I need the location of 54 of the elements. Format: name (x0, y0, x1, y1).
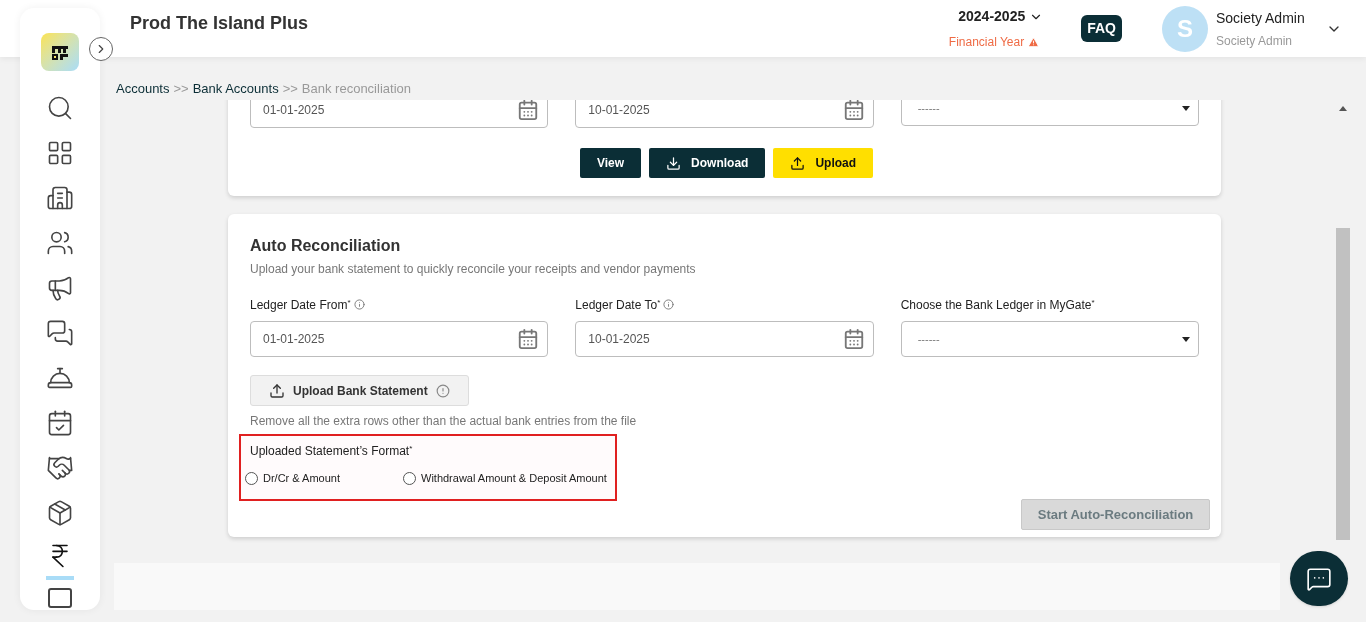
handshake-icon (46, 453, 74, 482)
field-label: Ledger Date From$^{*}$ (250, 296, 365, 314)
radio-button[interactable] (403, 471, 416, 485)
box-icon (46, 498, 74, 527)
date-field[interactable]: 10-01-2025 (575, 321, 874, 357)
radio-option[interactable]: Dr/Cr & Amount (245, 470, 403, 487)
chat-icon (1306, 565, 1332, 592)
view-button[interactable]: View (579, 148, 642, 178)
warning-icon (1028, 36, 1040, 48)
date-field[interactable]: 10-01-2025 (575, 100, 874, 128)
field-label: Uploaded Statement’s Format$^{*}$ (250, 444, 413, 458)
nav-item[interactable] (48, 588, 72, 608)
radio-option[interactable]: Withdrawal Amount & Deposit Amount (403, 470, 607, 487)
logo[interactable] (41, 33, 79, 71)
dropdown-caret-icon (1182, 105, 1190, 111)
year-selector[interactable]: 2024-2025 Financial Year (948, 6, 1044, 51)
upload-button[interactable]: Upload (773, 148, 874, 178)
upload-icon (790, 155, 806, 171)
calendar-icon (517, 100, 540, 121)
date-field[interactable]: 01-01-2025 (250, 100, 549, 128)
upload-statement-button[interactable]: Upload Bank Statement (250, 375, 469, 406)
upload-hint: Remove all the extra rows other than the actual bank entries from the file (250, 413, 638, 430)
chat-button[interactable] (1290, 551, 1348, 606)
breadcrumb-link[interactable]: Bank Accounts (192, 78, 279, 99)
upload-icon (269, 382, 285, 399)
user-name: Society Admin (1216, 8, 1306, 28)
info-icon (435, 383, 450, 398)
avatar: S (1162, 5, 1208, 52)
breadcrumb-separator: >> (282, 79, 298, 98)
section-subtitle: Upload your bank statement to quickly reconcile your receipts and vendor payments (250, 261, 697, 278)
calendar-icon (842, 328, 865, 350)
calendar-icon (517, 328, 540, 350)
select-field[interactable]: ------ (900, 100, 1199, 126)
field-label: Choose the Bank Ledger in MyGate$^{*}$ (900, 297, 1095, 314)
radio-button[interactable] (245, 471, 258, 485)
download-button[interactable]: Download (649, 148, 766, 178)
date-field[interactable]: 01-01-2025 (250, 321, 549, 357)
breadcrumb-link[interactable]: Accounts (116, 78, 170, 99)
section-title: Auto Reconciliation (250, 236, 402, 256)
calendar-icon (46, 408, 74, 437)
user-role: Society Admin (1216, 32, 1294, 50)
field-label: Ledger Date To$^{*}$ (575, 296, 675, 314)
chat-icon (46, 318, 74, 347)
select-field[interactable]: ------ (900, 321, 1199, 357)
download-icon (666, 155, 682, 171)
dropdown-caret-icon (1182, 336, 1190, 342)
scrollbar-thumb[interactable] (1336, 228, 1350, 540)
calendar-icon (842, 100, 865, 121)
app-title: Prod The Island Plus (130, 12, 309, 35)
info-icon (353, 299, 365, 310)
scroll-up-icon (1339, 106, 1347, 111)
info-icon (663, 299, 675, 310)
breadcrumb-separator: >> (173, 79, 189, 98)
faq-button[interactable]: FAQ (1081, 15, 1122, 42)
